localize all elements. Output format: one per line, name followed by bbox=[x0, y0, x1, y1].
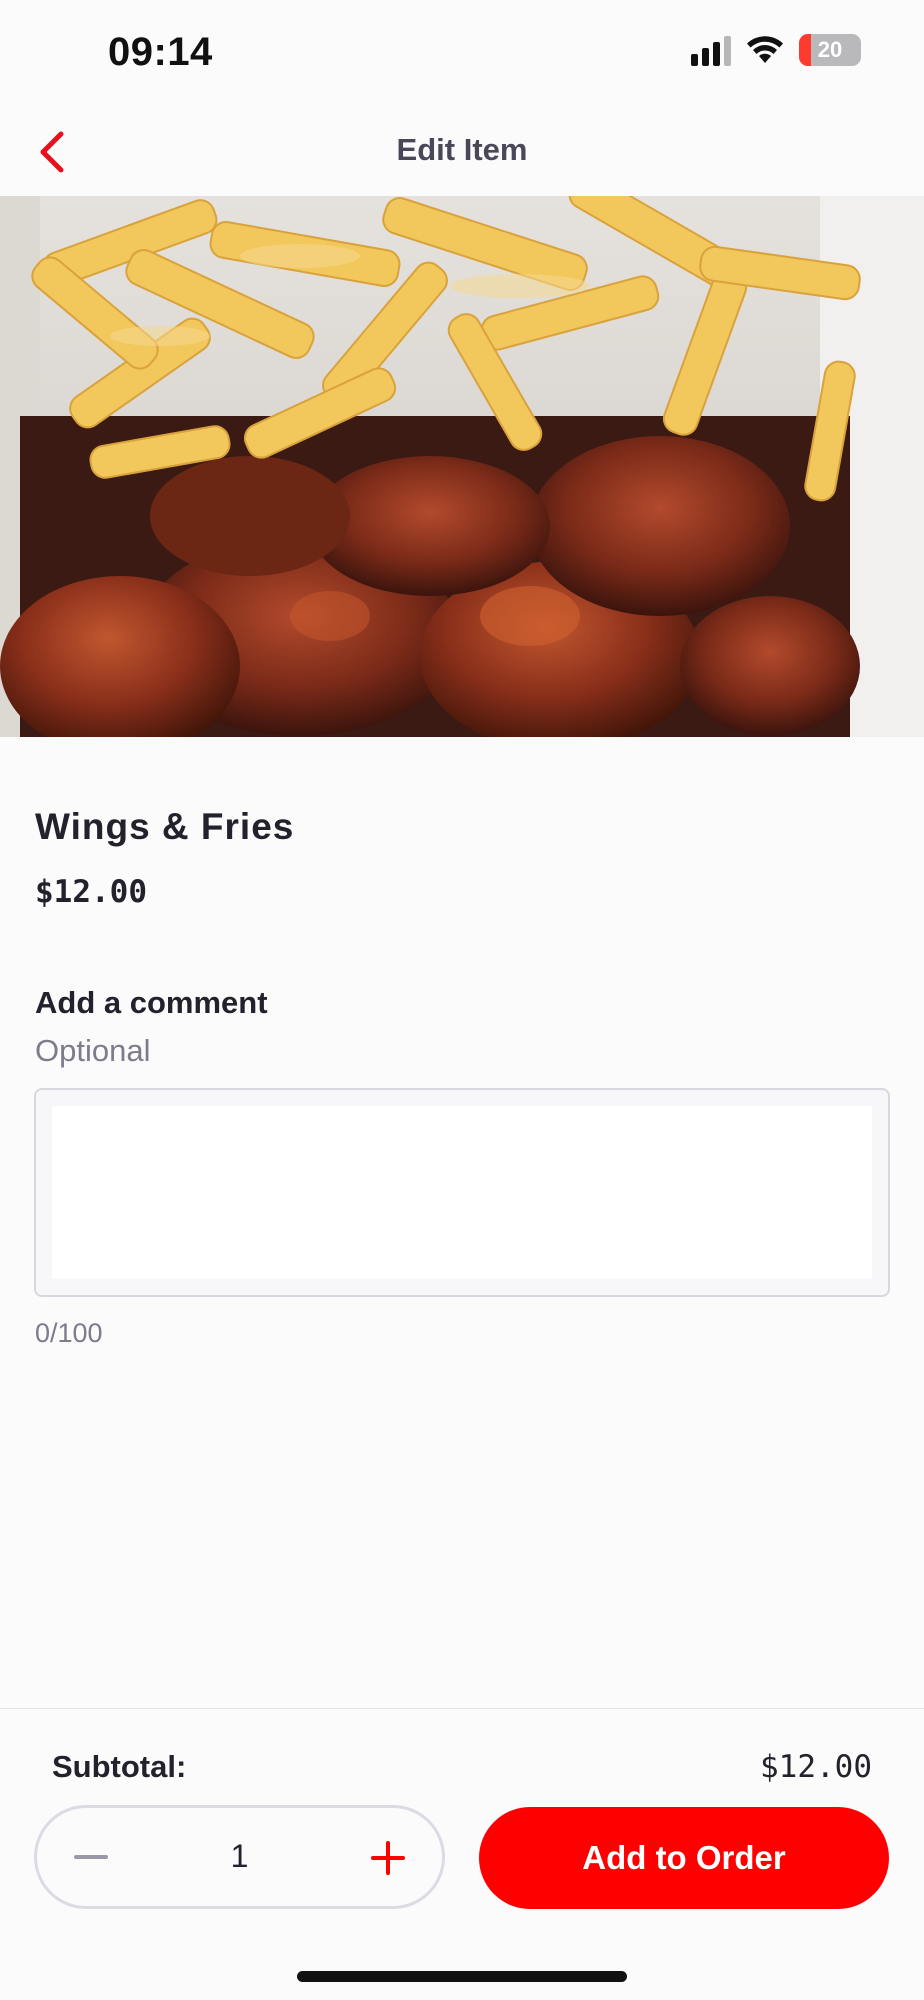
page-title: Edit Item bbox=[396, 132, 528, 167]
home-indicator bbox=[297, 1971, 627, 1982]
subtotal-label: Subtotal: bbox=[52, 1749, 187, 1784]
order-footer: Subtotal: $12.00 1 Add to Order bbox=[0, 1708, 924, 2000]
item-photo bbox=[0, 196, 924, 737]
subtotal-value: $12.00 bbox=[760, 1749, 872, 1785]
status-icons: 20 bbox=[691, 34, 861, 66]
status-bar: 09:14 20 bbox=[0, 0, 924, 110]
comment-box bbox=[34, 1088, 890, 1297]
comment-title: Add a comment bbox=[35, 985, 268, 1020]
add-to-order-button[interactable]: Add to Order bbox=[479, 1807, 889, 1909]
item-price: $12.00 bbox=[35, 874, 147, 910]
increase-quantity-button[interactable] bbox=[360, 1830, 416, 1886]
comment-input[interactable] bbox=[52, 1106, 872, 1279]
wifi-icon bbox=[747, 36, 783, 63]
comment-optional-label: Optional bbox=[35, 1033, 151, 1068]
quantity-stepper: 1 bbox=[34, 1805, 445, 1909]
item-name: Wings & Fries bbox=[35, 806, 295, 847]
status-time: 09:14 bbox=[108, 30, 213, 74]
battery-charging-icon: 20 bbox=[799, 34, 861, 66]
plus-icon bbox=[371, 1841, 405, 1875]
cellular-signal-icon bbox=[691, 34, 731, 66]
header: Edit Item bbox=[0, 110, 924, 196]
char-count: 0/100 bbox=[35, 1318, 103, 1348]
battery-level: 20 bbox=[817, 37, 843, 62]
